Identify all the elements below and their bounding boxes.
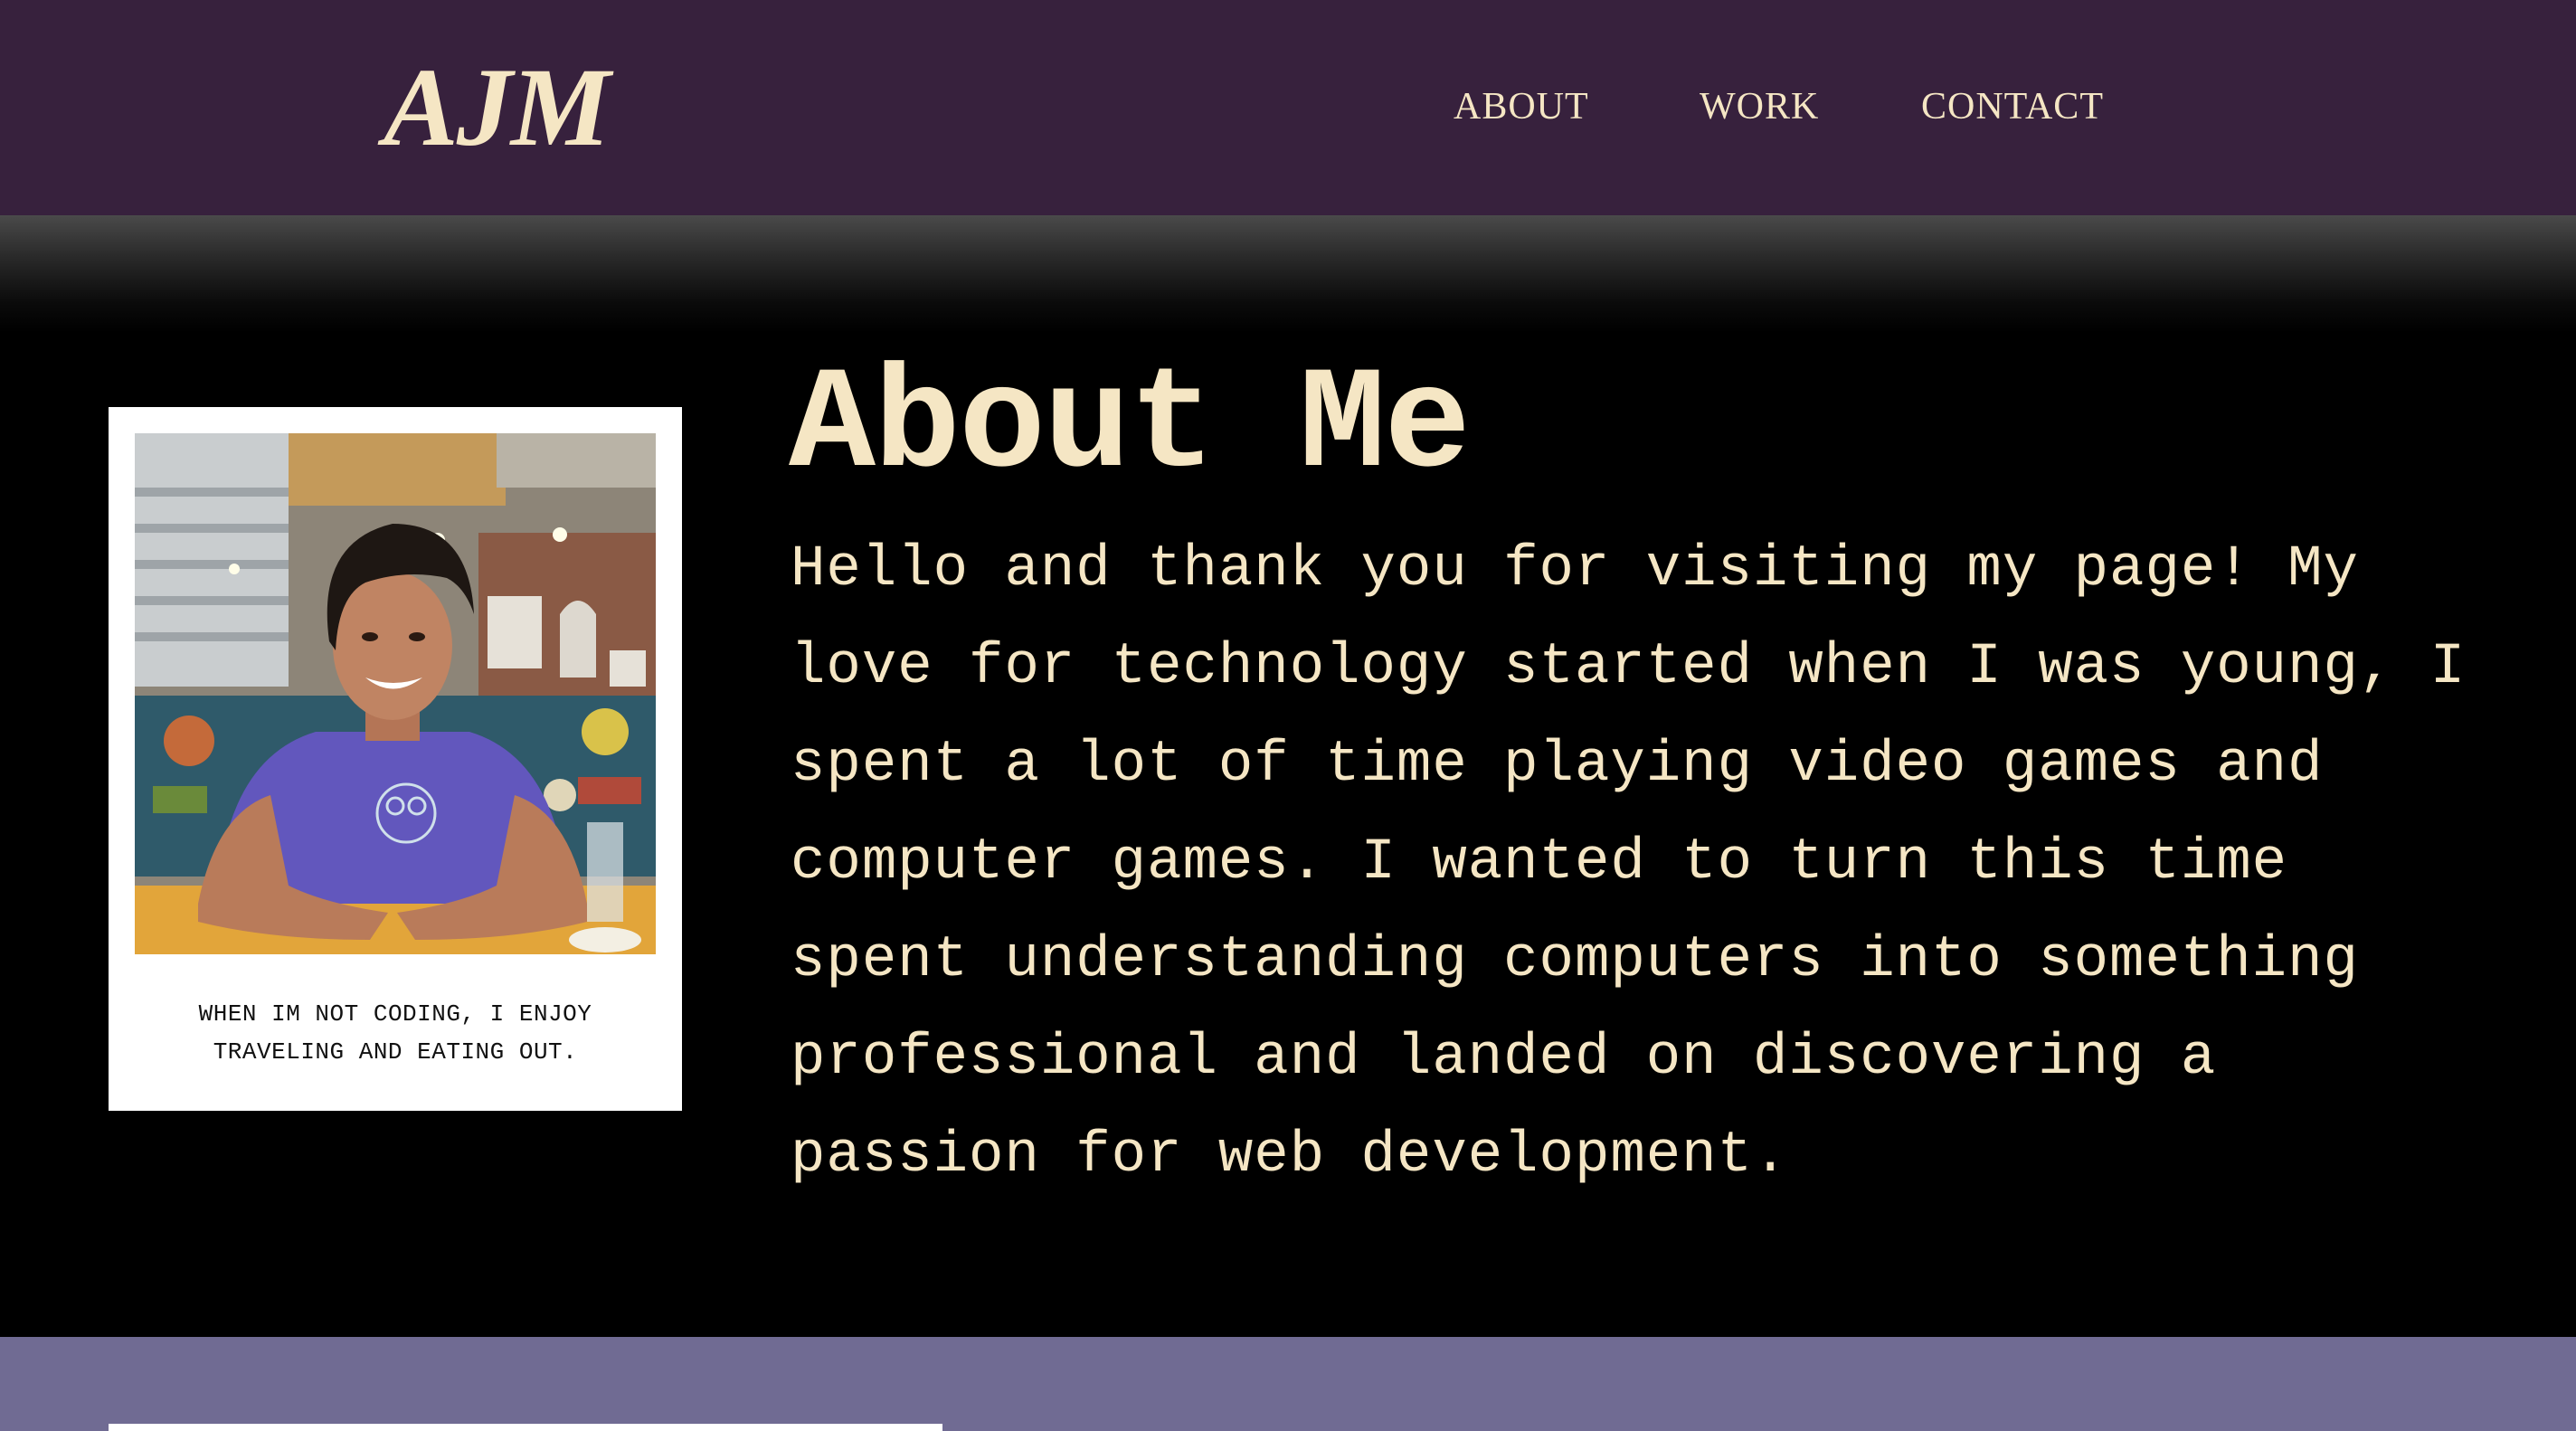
nav-link-about[interactable]: ABOUT [1454,80,1589,134]
main-nav: ABOUT WORK CONTACT [0,80,2576,134]
about-title: About Me [789,346,1471,509]
work-card [109,1424,942,1431]
photo-caption: WHEN IM NOT CODING, I ENJOY TRAVELING AN… [109,995,682,1071]
work-section [0,1337,2576,1431]
about-paragraph: Hello and thank you for visiting my page… [791,537,2467,1189]
site-header: AJM ABOUT WORK CONTACT [0,0,2576,215]
header-shadow [0,215,2576,333]
nav-link-work[interactable]: WORK [1700,80,1819,134]
polaroid-photo-card: WHEN IM NOT CODING, I ENJOY TRAVELING AN… [109,407,682,1111]
photo-caption-line: TRAVELING AND EATING OUT. [213,1038,578,1066]
profile-photo-image [135,433,656,954]
photo-caption-line: WHEN IM NOT CODING, I ENJOY [198,1000,592,1028]
about-section: WHEN IM NOT CODING, I ENJOY TRAVELING AN… [0,215,2576,1337]
nav-link-contact[interactable]: CONTACT [1921,80,2104,134]
profile-photo [135,433,656,954]
